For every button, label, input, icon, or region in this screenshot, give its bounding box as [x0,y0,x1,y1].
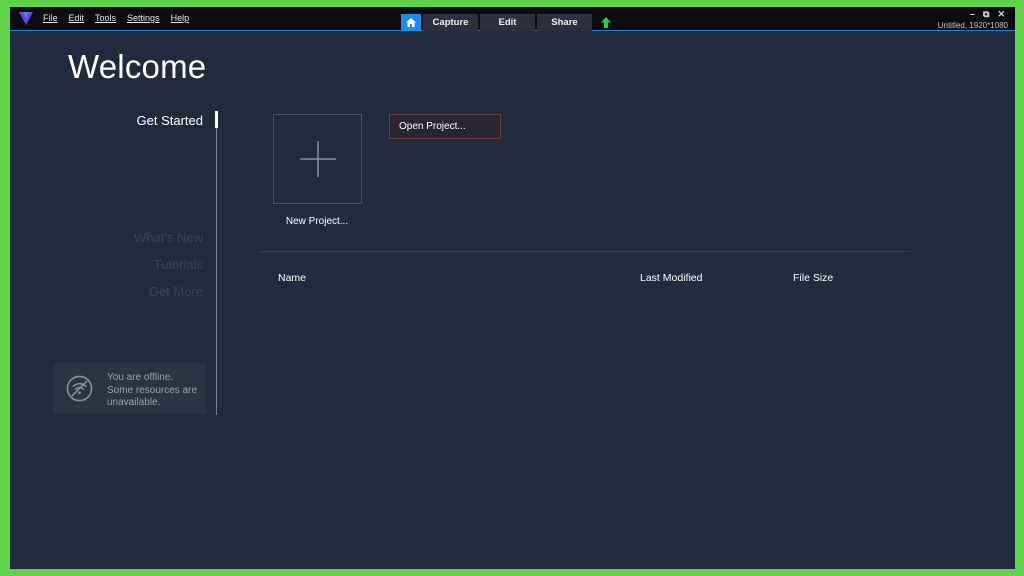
app-window: File Edit Tools Settings Help Capture Ed… [10,7,1015,569]
title-bar: File Edit Tools Settings Help Capture Ed… [10,7,1015,31]
close-button[interactable]: ✕ [997,9,1005,20]
home-icon [406,18,416,27]
window-controls: – ⧉ ✕ [970,9,1005,20]
document-info: Untitled, 1920*1080 [937,21,1008,30]
nav-item-whats-new[interactable]: What's New [134,230,203,245]
menu-tools[interactable]: Tools [95,13,116,23]
app-logo-icon [19,12,33,25]
plus-icon [299,141,336,177]
new-project-label[interactable]: New Project... [272,216,362,227]
nav-divider [216,111,217,415]
menu-file[interactable]: File [43,13,58,23]
nav-item-get-more[interactable]: Get More [149,284,203,299]
open-project-button[interactable]: Open Project... [389,114,501,139]
nav-item-tutorials[interactable]: Tutorials [154,257,203,272]
tab-edit[interactable]: Edit [480,14,535,31]
menu-settings[interactable]: Settings [127,13,160,23]
offline-notice: You are offline. Some resources are unav… [53,363,206,414]
new-project-tile[interactable] [273,114,362,204]
nav-active-marker [215,111,218,128]
menu-help[interactable]: Help [171,13,190,23]
tab-home[interactable] [401,14,421,31]
column-header-file-size[interactable]: File Size [793,272,833,284]
column-header-last-modified[interactable]: Last Modified [640,272,702,284]
offline-message: You are offline. Some resources are unav… [107,372,198,408]
section-divider [260,251,911,252]
mode-tabs: Capture Edit Share [401,14,612,31]
nav-item-get-started[interactable]: Get Started [137,113,203,128]
column-header-name[interactable]: Name [278,272,306,284]
menu-edit[interactable]: Edit [69,13,85,23]
menu-bar: File Edit Tools Settings Help [43,13,189,23]
upload-button[interactable] [600,14,612,31]
upload-arrow-icon [601,17,611,28]
offline-wifi-icon [66,375,93,402]
minimize-button[interactable]: – [970,9,975,20]
tab-capture[interactable]: Capture [423,14,478,31]
restore-button[interactable]: ⧉ [983,9,989,20]
tab-share[interactable]: Share [537,14,592,31]
page-title: Welcome [68,48,207,85]
